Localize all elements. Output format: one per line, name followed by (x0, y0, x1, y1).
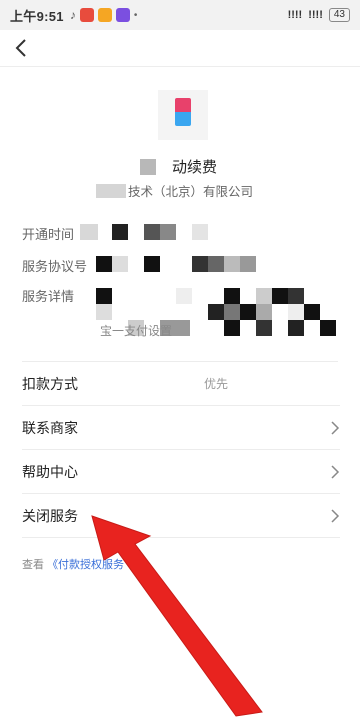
mosaic-block (112, 256, 128, 272)
help-center-item[interactable]: 帮助中心 (22, 450, 340, 494)
service-company: 技术（北京）有限公司 (96, 181, 296, 200)
mosaic-block (96, 256, 112, 272)
service-title: 动续费 (140, 156, 260, 177)
mosaic-block (288, 304, 304, 320)
mosaic-block (224, 304, 240, 320)
menu-label: 帮助中心 (22, 463, 78, 480)
redacted-block (140, 159, 156, 175)
menu-label: 扣款方式 (22, 375, 78, 392)
contact-merchant-item[interactable]: 联系商家 (22, 406, 340, 450)
service-logo (158, 90, 208, 140)
mosaic-block (176, 288, 192, 304)
signal-icon: !!!! (308, 9, 323, 21)
mosaic-block (256, 288, 272, 304)
battery-icon: 43 (328, 8, 350, 22)
mosaic-block (256, 320, 272, 336)
mosaic-block (144, 224, 160, 240)
options-list: 扣款方式 优先 联系商家 帮助中心 关闭服务 (22, 362, 340, 538)
status-time: 上午9:51 (10, 8, 64, 24)
mosaic-block (160, 224, 176, 240)
mosaic-block (272, 288, 288, 304)
mosaic-block (192, 256, 208, 272)
mosaic-block (288, 288, 304, 304)
service-title-text: 动续费 (172, 159, 218, 176)
mosaic-block (240, 304, 256, 320)
mosaic-block (288, 320, 304, 336)
top-nav (0, 30, 360, 66)
mosaic-block (96, 288, 112, 304)
back-arrow-icon[interactable] (12, 36, 32, 60)
mosaic-block (192, 224, 208, 240)
menu-label: 关闭服务 (22, 507, 78, 524)
payment-method-item[interactable]: 扣款方式 优先 (22, 362, 340, 406)
agreement-link[interactable]: 《付款授权服务 (47, 559, 124, 571)
menu-label: 联系商家 (22, 419, 78, 436)
app-notification-icon (79, 8, 94, 22)
nav-divider (0, 66, 360, 67)
mosaic-block (240, 256, 256, 272)
mosaic-block (304, 304, 320, 320)
agreement-no-label: 服务协议号 (22, 259, 88, 274)
signal-icon: !!!! (287, 9, 303, 21)
mosaic-block (224, 320, 240, 336)
app-notification-icon (115, 8, 130, 22)
payment-method-value: 优先 (204, 377, 229, 391)
more-dot-icon: • (133, 9, 138, 21)
notification-icons: ♪ • (69, 8, 138, 22)
chevron-right-icon (331, 465, 340, 479)
mosaic-block (224, 256, 240, 272)
bell-icon: ♪ (69, 8, 76, 22)
app-notification-icon (97, 8, 112, 22)
close-service-item[interactable]: 关闭服务 (22, 494, 340, 538)
logo-bottom-block (175, 112, 191, 126)
details-partial-text: 宝一支付设置 (100, 324, 173, 338)
mosaic-block (208, 304, 224, 320)
mosaic-block (144, 256, 160, 272)
logo-top-block (175, 98, 191, 112)
mosaic-block (256, 304, 272, 320)
open-time-label: 开通时间 (22, 227, 75, 242)
mosaic-block (208, 256, 224, 272)
agreement-footer: 查看 《付款授权服务 (22, 556, 124, 572)
mosaic-block (320, 320, 336, 336)
mosaic-block (96, 304, 112, 320)
details-label: 服务详情 (22, 289, 75, 304)
service-company-text: 技术（北京）有限公司 (128, 185, 254, 199)
chevron-right-icon (331, 509, 340, 523)
mosaic-block (112, 224, 128, 240)
status-right: !!!! !!!! 43 (288, 0, 350, 30)
agreement-prefix: 查看 (22, 559, 44, 571)
redacted-block (96, 184, 126, 198)
status-bar: 上午9:51 ♪ • !!!! !!!! 43 (0, 0, 360, 30)
chevron-right-icon (331, 421, 340, 435)
mosaic-block (224, 288, 240, 304)
mosaic-block (80, 224, 98, 240)
